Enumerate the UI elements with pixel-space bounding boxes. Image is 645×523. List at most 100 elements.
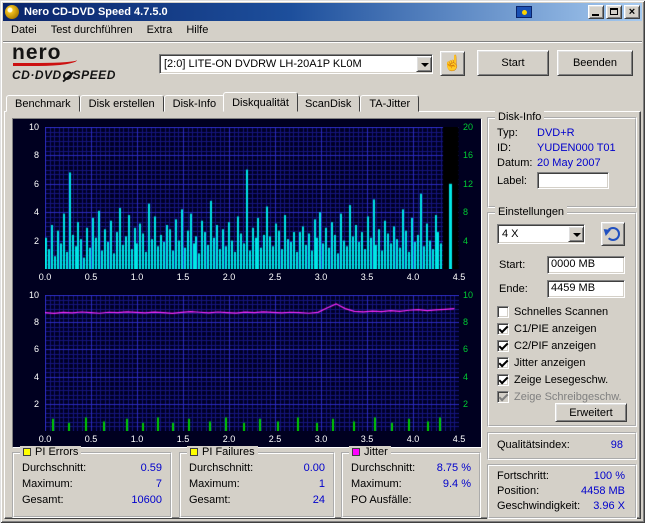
- disk-info-title: Disk-Info: [495, 111, 545, 123]
- tab-ta-jitter[interactable]: TA-Jitter: [360, 95, 420, 112]
- axis-tick: 1.5: [176, 272, 190, 282]
- tab-benchmark[interactable]: Benchmark: [6, 95, 80, 112]
- close-button[interactable]: ×: [624, 5, 640, 19]
- disc-icon: [62, 70, 73, 80]
- maximize-button[interactable]: [606, 5, 622, 19]
- stat-row: Durchschnitt: 0.00: [189, 462, 325, 474]
- disk-datum-label: Datum:: [497, 157, 533, 169]
- position-value: 4458 MB: [580, 485, 625, 497]
- pi-errors-title: PI Errors: [35, 446, 79, 458]
- axis-tick: 1.5: [176, 434, 190, 444]
- jitter-group: Jitter Durchschnitt: 8.75 % Maximum: 9.4…: [341, 446, 481, 518]
- titlebar-badge-icon: [516, 6, 532, 18]
- stat-row: Durchschnitt: 0.59: [22, 462, 162, 474]
- checkbox-c2-pif-anzeigen[interactable]: C2/PIF anzeigen: [497, 340, 596, 352]
- checkbox-icon: [497, 374, 509, 386]
- disk-label-field[interactable]: [537, 172, 609, 189]
- tab-disk-erstellen[interactable]: Disk erstellen: [79, 95, 164, 112]
- axis-tick: 1.0: [130, 434, 144, 444]
- stat-row: Gesamt: 24: [189, 494, 325, 506]
- stat-value: 10600: [131, 494, 162, 506]
- menu-hilfe[interactable]: Hilfe: [179, 22, 215, 40]
- hand-icon: ☝: [443, 55, 462, 72]
- progress-value: 100 %: [593, 470, 625, 482]
- axis-tick: 8: [33, 150, 39, 161]
- advanced-button[interactable]: Erweitert: [555, 403, 627, 422]
- maximize-icon: [610, 8, 618, 15]
- checkbox-zeige-schreibgeschw: Zeige Schreibgeschw.: [497, 391, 622, 403]
- stat-label: Gesamt:: [189, 494, 231, 506]
- stat-label: Durchschnitt:: [22, 462, 87, 474]
- axis-tick: 3.5: [360, 272, 374, 282]
- eject-hand-button[interactable]: ☝: [440, 51, 465, 76]
- jitter-caption: Jitter: [349, 446, 391, 458]
- tab-disk-info[interactable]: Disk-Info: [163, 95, 226, 112]
- quality-index-label: Qualitätsindex:: [497, 439, 570, 451]
- logo-cddvd-text: CD·DVD: [12, 68, 62, 82]
- scan-end-field[interactable]: 4459 MB: [547, 280, 625, 298]
- stat-value: 0.59: [140, 462, 162, 474]
- speed-selector-dropdown-button[interactable]: [568, 226, 584, 242]
- disk-label-label: Label:: [497, 175, 527, 187]
- checkbox-label: Zeige Lesegeschw.: [514, 374, 609, 386]
- axis-tick: 4: [33, 207, 39, 218]
- pi-errors-caption: PI Errors: [20, 446, 82, 458]
- disk-id-label: ID:: [497, 142, 512, 154]
- checkbox-c1-pie-anzeigen[interactable]: C1/PIE anzeigen: [497, 323, 597, 335]
- axis-tick: 2: [463, 398, 469, 409]
- stat-row: Gesamt: 10600: [22, 494, 162, 506]
- drive-selector[interactable]: [2:0] LITE-ON DVDRW LH-20A1P KL0M: [159, 54, 433, 74]
- checkbox-zeige-lesegeschw[interactable]: Zeige Lesegeschw.: [497, 374, 608, 386]
- checkbox-label: Zeige Schreibgeschw.: [514, 391, 622, 403]
- axis-tick: 10: [28, 122, 39, 132]
- app-icon: [5, 5, 19, 19]
- disk-typ-value: DVD+R: [537, 127, 575, 139]
- tab-scandisk[interactable]: ScanDisk: [295, 95, 361, 112]
- checkbox-jitter-anzeigen[interactable]: Jitter anzeigen: [497, 357, 586, 369]
- stat-value: 24: [312, 494, 325, 506]
- stat-label: Maximum:: [189, 478, 240, 490]
- minimize-button[interactable]: [588, 5, 604, 19]
- speed-value: 3.96 X: [593, 500, 625, 512]
- pi-failures-legend-icon: [190, 448, 198, 456]
- checkbox-label: Schnelles Scannen: [514, 306, 609, 318]
- disk-typ-label: Typ:: [497, 127, 518, 139]
- chevron-down-icon: [421, 63, 429, 67]
- pi-errors-group: PI Errors Durchschnitt: 0.59 Maximum: 7 …: [12, 446, 172, 518]
- quality-index-group: Qualitätsindex: 98: [487, 432, 637, 460]
- stat-label: Gesamt:: [22, 494, 64, 506]
- speed-selector[interactable]: 4 X: [497, 224, 585, 244]
- stat-row: Maximum: 1: [189, 478, 325, 490]
- refresh-button[interactable]: [601, 222, 625, 246]
- axis-tick: 3.0: [314, 434, 328, 444]
- quit-button[interactable]: Beenden: [557, 50, 633, 76]
- drive-selector-dropdown-button[interactable]: [416, 56, 432, 72]
- stat-value: 1: [318, 478, 325, 490]
- axis-tick: 12: [463, 178, 474, 189]
- disk-id-value: YUDEN000 T01: [537, 142, 616, 154]
- progress-group: Fortschritt: 100 % Position: 4458 MB Ges…: [487, 464, 637, 519]
- nero-logo-subtitle: CD·DVD SPEED: [12, 68, 152, 82]
- stat-row: PO Ausfälle:: [351, 494, 471, 506]
- axis-tick: 0.5: [84, 434, 98, 444]
- pi-failures-caption: PI Failures: [187, 446, 258, 458]
- nero-logo: nero CD·DVD SPEED: [12, 42, 152, 82]
- pi-failures-title: PI Failures: [202, 446, 255, 458]
- checkbox-schnelles-scannen[interactable]: Schnelles Scannen: [497, 306, 608, 318]
- axis-tick: 1.0: [130, 272, 144, 282]
- menu-test-durchfuehren[interactable]: Test durchführen: [44, 22, 140, 40]
- menu-datei[interactable]: Datei: [4, 22, 44, 40]
- tab-diskqualitaet[interactable]: Diskqualität: [223, 92, 298, 112]
- axis-tick: 2.0: [222, 272, 236, 282]
- stat-label: Maximum:: [22, 478, 73, 490]
- start-button[interactable]: Start: [477, 50, 549, 76]
- menu-extra[interactable]: Extra: [140, 22, 180, 40]
- axis-tick: 8: [33, 317, 39, 328]
- scan-start-field[interactable]: 0000 MB: [547, 256, 625, 274]
- stat-row: Durchschnitt: 8.75 %: [351, 462, 471, 474]
- speed-label: Geschwindigkeit:: [497, 500, 581, 512]
- window-title: Nero CD-DVD Speed 4.7.5.0: [24, 6, 168, 18]
- title-bar[interactable]: Nero CD-DVD Speed 4.7.5.0 ×: [3, 3, 642, 21]
- axis-tick: 2: [33, 398, 39, 409]
- settings-group: Einstellungen 4 X Start: 0000 MB Ende: 4…: [487, 206, 637, 427]
